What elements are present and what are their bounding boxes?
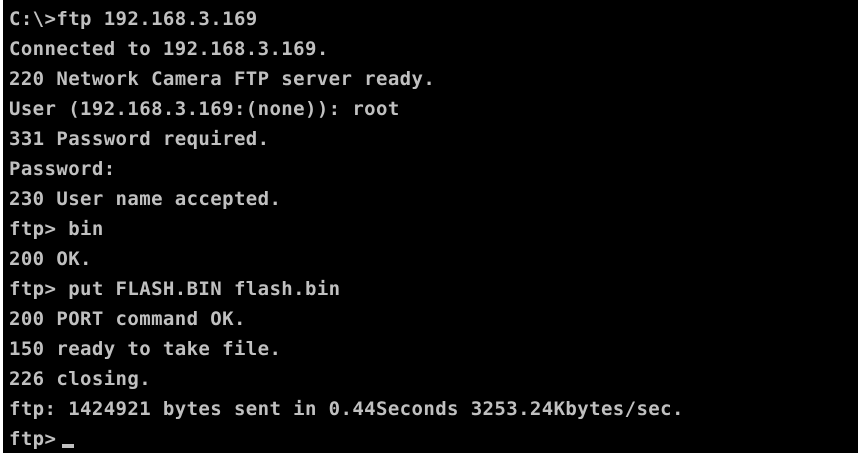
console-line: ftp> bin — [9, 218, 104, 240]
console-line: ftp: 1424921 bytes sent in 0.44Seconds 3… — [9, 398, 684, 420]
console-window[interactable]: C:\>ftp 192.168.3.169 Connected to 192.1… — [0, 0, 858, 453]
console-line: Connected to 192.168.3.169. — [9, 38, 329, 60]
console-line: 220 Network Camera FTP server ready. — [9, 68, 436, 90]
console-line: 200 OK. — [9, 248, 92, 270]
text-cursor[interactable] — [62, 444, 75, 448]
console-line: 331 Password required. — [9, 128, 270, 150]
console-line: 150 ready to take file. — [9, 338, 282, 360]
console-line: 200 PORT command OK. — [9, 308, 246, 330]
console-line: ftp> put FLASH.BIN flash.bin — [9, 278, 341, 300]
command-input-line[interactable]: ftp> — [9, 424, 684, 453]
console-line: C:\>ftp 192.168.3.169 — [9, 8, 258, 30]
console-line: User (192.168.3.169:(none)): root — [9, 98, 400, 120]
console-line: Password: — [9, 158, 116, 180]
console-line: 230 User name accepted. — [9, 188, 282, 210]
console-line: 226 closing. — [9, 368, 152, 390]
ftp-prompt: ftp> — [9, 428, 57, 450]
console-output: C:\>ftp 192.168.3.169 Connected to 192.1… — [9, 4, 684, 453]
